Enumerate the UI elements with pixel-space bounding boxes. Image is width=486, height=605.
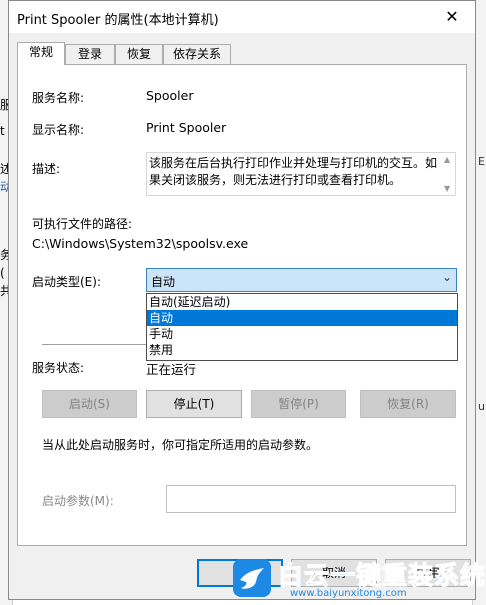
description-label: 描述: (32, 162, 61, 176)
startup-option-disabled[interactable]: 禁用 (147, 342, 457, 358)
start-params-label: 启动参数(M): (42, 494, 114, 508)
background-text: t (0, 124, 5, 138)
start-button[interactable]: 启动(S) (42, 390, 137, 418)
display-name-value: Print Spooler (146, 120, 227, 135)
exe-path-value: C:\Windows\System32\spoolsv.exe (32, 236, 249, 251)
scroll-down-icon[interactable]: ▼ (444, 184, 450, 193)
watermark-url: www.baiyunxitong.com (290, 588, 407, 599)
tab-dependencies[interactable]: 依存关系 (163, 44, 231, 64)
service-name-label: 服务名称: (32, 91, 85, 105)
title-bar[interactable]: Print Spooler 的属性(本地计算机) ✕ (9, 1, 475, 33)
scroll-up-icon[interactable]: ▲ (444, 155, 450, 164)
startup-type-dropdown: 自动(延迟启动) 自动 手动 禁用 (146, 293, 458, 361)
startup-type-label: 启动类型(E): (32, 275, 101, 289)
description-text: 该服务在后台执行打印作业并处理与打印机的交互。如果关闭该服务，则无法进行打印或查… (149, 156, 438, 187)
general-panel: 服务名称: Spooler 显示名称: Print Spooler 描述: 该服… (17, 64, 467, 546)
service-status-value: 正在运行 (146, 362, 197, 377)
watermark: 白云一键重装系统 www.baiyunxitong.com (232, 556, 486, 602)
startup-type-value: 自动 (151, 275, 176, 289)
close-icon[interactable]: ✕ (429, 1, 475, 33)
start-params-hint: 当从此处启动服务时，你可指定所适用的启动参数。 (42, 438, 319, 452)
startup-option-auto[interactable]: 自动 (147, 310, 457, 326)
description-scrollbar[interactable]: ▲ ▼ (442, 153, 455, 195)
tab-logon[interactable]: 登录 (65, 44, 115, 64)
startup-option-auto-delayed[interactable]: 自动(延迟启动) (147, 294, 457, 310)
tab-general[interactable]: 常规 (17, 42, 65, 65)
watermark-title: 白云一键重装系统 (277, 561, 486, 591)
pause-button[interactable]: 暂停(P) (251, 390, 346, 418)
service-name-value: Spooler (146, 88, 194, 103)
background-text: ( (0, 266, 5, 280)
startup-option-manual[interactable]: 手动 (147, 326, 457, 342)
window-title: Print Spooler 的属性(本地计算机) (17, 13, 219, 28)
resume-button[interactable]: 恢复(R) (360, 390, 456, 418)
background-text: up (478, 400, 486, 413)
service-status-label: 服务状态: (32, 361, 85, 375)
tab-recovery[interactable]: 恢复 (115, 44, 163, 64)
stop-button[interactable]: 停止(T) (146, 390, 242, 418)
startup-type-select[interactable]: 自动 ⌄ (146, 268, 457, 292)
chevron-down-icon[interactable]: ⌄ (442, 270, 452, 284)
start-params-input[interactable] (166, 485, 456, 513)
watermark-bird-icon (233, 559, 271, 597)
background-text: E (478, 155, 485, 168)
exe-path-label: 可执行文件的路径: (32, 217, 133, 231)
properties-dialog: Print Spooler 的属性(本地计算机) ✕ 常规 登录 恢复 依存关系… (8, 0, 476, 600)
display-name-label: 显示名称: (32, 123, 85, 137)
divider (42, 344, 146, 345)
description-box[interactable]: 该服务在后台执行打印作业并处理与打印机的交互。如果关闭该服务，则无法进行打印或查… (146, 152, 456, 196)
